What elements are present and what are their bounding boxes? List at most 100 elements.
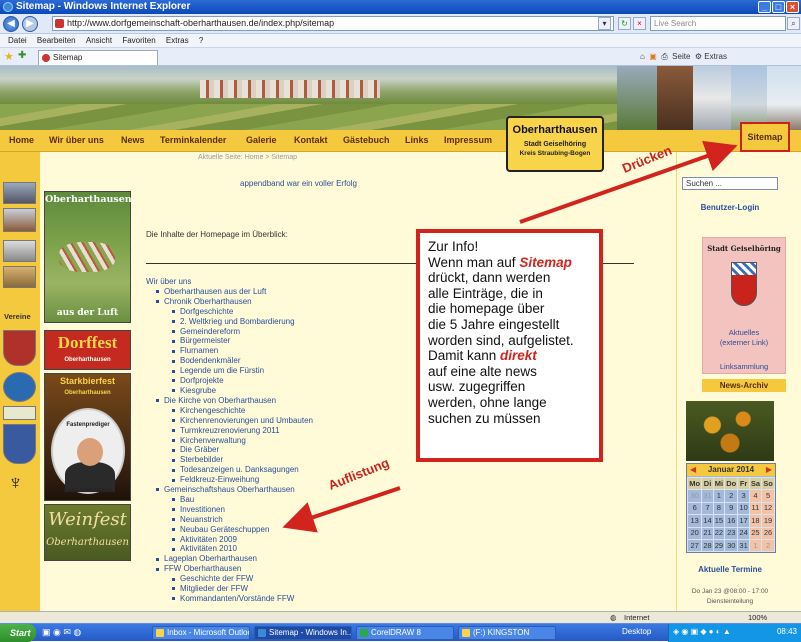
nav-impressum[interactable]: Impressum xyxy=(444,135,492,145)
address-bar[interactable]: http://www.dorfgemeinschaft-oberharthaus… xyxy=(52,16,614,31)
ad-dorffest[interactable]: Dorffest Oberharthausen xyxy=(44,330,131,370)
dropdown-icon[interactable]: ▾ xyxy=(598,17,611,30)
sitemap-item-label[interactable]: Geschichte der FFW xyxy=(180,574,253,583)
antlers-icon[interactable]: ♆ xyxy=(8,472,23,495)
maximize-button[interactable]: □ xyxy=(772,1,785,13)
aktuelles-link[interactable]: Aktuelles (externer Link) xyxy=(703,328,785,348)
ad-starkbierfest[interactable]: Starkbierfest Oberharthausen Fastenpredig… xyxy=(44,373,131,501)
sitemap-item[interactable]: Sterbebilder xyxy=(146,455,313,465)
calendar-day[interactable]: 15 xyxy=(712,514,726,528)
calendar-day[interactable]: 8 xyxy=(712,501,726,516)
task-outlook[interactable]: Inbox - Microsoft Outlook xyxy=(152,626,250,640)
calendar-day[interactable]: 1 xyxy=(712,489,726,503)
sitemap-item-label[interactable]: Todesanzeigen u. Danksagungen xyxy=(180,465,299,474)
news-archiv-header[interactable]: News-Archiv xyxy=(702,379,786,392)
calendar-day[interactable]: 25 xyxy=(748,526,763,540)
calendar-day[interactable]: 13 xyxy=(686,514,703,528)
task-coreldraw[interactable]: CorelDRAW 8 xyxy=(356,626,454,640)
page-menu[interactable]: Seite xyxy=(672,52,690,61)
sitemap-item-label[interactable]: 2. Weltkrieg und Bombardierung xyxy=(180,317,295,326)
tab-sitemap[interactable]: Sitemap xyxy=(38,50,158,65)
site-logo[interactable]: Oberharthausen Stadt Geiselhöring Kreis … xyxy=(506,116,604,172)
search-icon[interactable]: ⌕ xyxy=(787,17,800,30)
linksammlung-link[interactable]: Linksammlung xyxy=(703,362,785,371)
sitemap-item-label[interactable]: Bürgermeister xyxy=(180,336,230,345)
calendar-day[interactable]: 12 xyxy=(761,501,775,516)
nav-news[interactable]: News xyxy=(121,135,145,145)
minimize-button[interactable]: _ xyxy=(758,1,771,13)
sitemap-item[interactable]: Die Gräber xyxy=(146,445,313,455)
sitemap-item[interactable]: 2. Weltkrieg und Bombardierung xyxy=(146,317,313,327)
calendar-prev-icon[interactable]: ◀ xyxy=(690,464,696,476)
sitemap-item-label[interactable]: Aktivitäten 2009 xyxy=(180,535,237,544)
calendar-day[interactable]: 30 xyxy=(724,538,739,553)
calendar-day[interactable]: 29 xyxy=(712,538,726,553)
sitemap-item-label[interactable]: Flurnamen xyxy=(180,346,218,355)
calendar-day[interactable]: 19 xyxy=(761,514,775,528)
sitemap-item[interactable]: Aktivitäten 2009 xyxy=(146,535,313,545)
sitemap-item[interactable]: Gemeindereform xyxy=(146,327,313,337)
menu-ansicht[interactable]: Ansicht xyxy=(86,36,112,45)
sitemap-item-label[interactable]: Kiesgrube xyxy=(180,386,216,395)
site-search-input[interactable]: Suchen ... xyxy=(682,177,778,190)
favorites-star-icon[interactable]: ★ xyxy=(4,50,14,63)
calendar-day[interactable]: 1 xyxy=(748,538,763,553)
sitemap-item-label[interactable]: Turmkreuzrenovierung 2011 xyxy=(180,426,280,435)
home-icon[interactable]: ⌂ xyxy=(640,52,645,61)
sitemap-item[interactable]: Kiesgrube xyxy=(146,386,313,396)
sitemap-item-label[interactable]: Feldkreuz-Einweihung xyxy=(180,475,259,484)
task-kingston[interactable]: (F:) KINGSTON xyxy=(458,626,556,640)
refresh-icon[interactable]: ↻ xyxy=(618,17,631,30)
sitemap-item-label[interactable]: Dorfgeschichte xyxy=(180,307,233,316)
forward-button[interactable]: ▶ xyxy=(22,16,38,32)
calendar-day[interactable]: 7 xyxy=(701,501,714,516)
sitemap-item[interactable]: Mitglieder der FFW xyxy=(146,584,313,594)
calendar-day[interactable]: 10 xyxy=(737,501,750,516)
calendar-day[interactable]: 31 xyxy=(701,489,714,503)
calendar-day[interactable]: 31 xyxy=(737,538,750,553)
menu-favoriten[interactable]: Favoriten xyxy=(122,36,155,45)
nav-terminkalender[interactable]: Terminkalender xyxy=(160,135,226,145)
calendar-day[interactable]: 21 xyxy=(701,526,714,540)
menu-help[interactable]: ? xyxy=(199,36,203,45)
menu-bearbeiten[interactable]: Bearbeiten xyxy=(37,36,76,45)
calendar-day[interactable]: 2 xyxy=(761,538,775,553)
sitemap-item-label[interactable]: Dorfprojekte xyxy=(180,376,224,385)
club-crest-2[interactable] xyxy=(3,424,36,464)
aktuelle-termine-title[interactable]: Aktuelle Termine xyxy=(676,565,784,574)
sitemap-item-label[interactable]: Mitglieder der FFW xyxy=(180,584,248,593)
nav-sitemap[interactable]: Sitemap xyxy=(740,122,790,152)
sitemap-item[interactable]: Dorfprojekte xyxy=(146,376,313,386)
menu-datei[interactable]: Datei xyxy=(8,36,27,45)
print-icon[interactable]: ⎙ xyxy=(661,52,667,61)
sitemap-item-label[interactable]: Kirchenrenovierungen und Umbauten xyxy=(180,416,313,425)
calendar-day[interactable]: 6 xyxy=(686,501,703,516)
sitemap-item[interactable]: Neuanstrich xyxy=(146,515,313,525)
club-landfrauen-logo[interactable] xyxy=(3,406,36,420)
sitemap-item[interactable]: FFW Oberharthausen xyxy=(146,564,313,574)
calendar-day[interactable]: 17 xyxy=(737,514,750,528)
calendar-day[interactable]: 20 xyxy=(686,526,703,540)
zoom-level[interactable]: 100% xyxy=(748,612,767,623)
live-search-input[interactable]: Live Search xyxy=(650,16,786,31)
sitemap-item[interactable]: Bodendenkmäler xyxy=(146,356,313,366)
close-button[interactable]: × xyxy=(786,1,799,13)
sitemap-item-label[interactable]: Legende um die Fürstin xyxy=(180,366,264,375)
sitemap-item-label[interactable]: Wir über uns xyxy=(146,277,191,286)
feeds-icon[interactable]: ▣ xyxy=(649,52,657,61)
sitemap-item-label[interactable]: Kirchengeschichte xyxy=(180,406,245,415)
sitemap-item-label[interactable]: Gemeinschaftshaus Oberharthausen xyxy=(164,485,295,494)
quicklaunch-icons[interactable]: ▣ ◉ ✉ ◍ xyxy=(42,627,81,638)
sitemap-item-label[interactable]: Kommandanten/Vorstände FFW xyxy=(180,594,294,603)
sitemap-item[interactable]: Bürgermeister xyxy=(146,336,313,346)
sitemap-item[interactable]: Oberharthausen aus der Luft xyxy=(146,287,313,297)
sitemap-item[interactable]: Legende um die Fürstin xyxy=(146,366,313,376)
nav-gaestebuch[interactable]: Gästebuch xyxy=(343,135,390,145)
gear-icon[interactable]: ⚙ xyxy=(695,52,702,61)
sitemap-item[interactable]: Todesanzeigen u. Danksagungen xyxy=(146,465,313,475)
sitemap-item-label[interactable]: Aktivitäten 2010 xyxy=(180,544,237,553)
club-crest-1[interactable] xyxy=(3,330,36,366)
start-button[interactable]: Start xyxy=(0,624,36,642)
termin-name[interactable]: Diensteinteilung xyxy=(676,598,784,605)
calendar-day[interactable]: 14 xyxy=(701,514,714,528)
